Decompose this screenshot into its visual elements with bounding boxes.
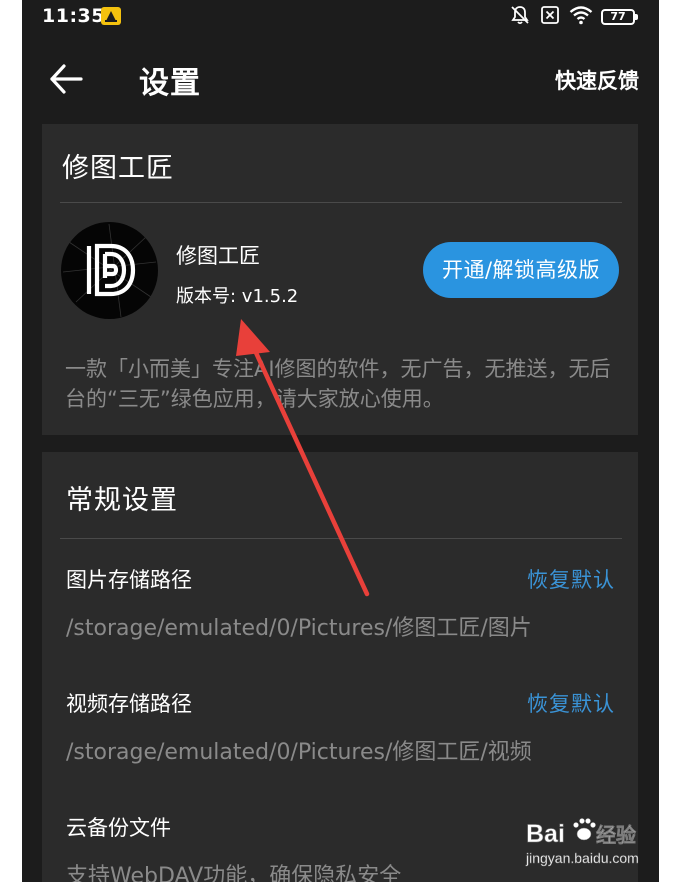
cloud-backup-description: 支持WebDAV功能，确保隐私安全 [66, 864, 402, 882]
watermark-brand-suffix: 经验 [596, 823, 636, 847]
baidu-watermark: Bai 经验 jingyan.baidu.com [525, 812, 655, 868]
wifi-icon [569, 5, 593, 29]
quick-feedback-button[interactable]: 快速反馈 [555, 65, 639, 95]
phone-screen: 11:35 77 设置 快速反馈 修图工匠 修图工匠 版本号: v1.5.2 开… [22, 0, 659, 882]
video-storage-path-value[interactable]: /storage/emulated/0/Pictures/修图工匠/视频 [66, 734, 532, 766]
watermark-brand: Bai [526, 820, 565, 848]
arrow-left-icon [50, 64, 83, 94]
battery-indicator: 77 [601, 9, 638, 25]
app-description: 一款「小而美」专注AI修图的软件，无广告，无推送，无后台的“三无”绿色应用，请大… [65, 357, 611, 411]
video-path-reset-button[interactable]: 恢复默认 [527, 688, 615, 718]
divider [60, 538, 622, 539]
app-version: 版本号: v1.5.2 [176, 286, 299, 307]
app-info-card: 修图工匠 修图工匠 版本号: v1.5.2 开通/解锁高级版 一款「小而美」专注… [42, 124, 638, 435]
notification-app-icon [101, 7, 121, 25]
app-card-title: 修图工匠 [62, 153, 174, 184]
divider [60, 202, 622, 203]
no-sim-icon [539, 4, 561, 30]
status-time: 11:35 [42, 5, 105, 27]
general-settings-title: 常规设置 [66, 485, 178, 516]
app-name: 修图工匠 [176, 244, 260, 268]
image-storage-path-label: 图片存储路径 [66, 568, 192, 592]
status-bar: 11:35 77 [22, 0, 659, 34]
image-storage-path-value[interactable]: /storage/emulated/0/Pictures/修图工匠/图片 [66, 610, 532, 642]
cloud-backup-label[interactable]: 云备份文件 [66, 812, 171, 842]
app-header: 设置 快速反馈 [22, 40, 659, 116]
paw-icon [573, 818, 596, 841]
video-storage-path-label: 视频存储路径 [66, 692, 192, 716]
back-button[interactable] [48, 62, 86, 96]
unlock-premium-button[interactable]: 开通/解锁高级版 [423, 242, 619, 298]
status-icons: 77 [509, 4, 638, 30]
image-path-reset-button[interactable]: 恢复默认 [527, 564, 615, 594]
page-title: 设置 [139, 66, 201, 101]
app-logo-icon [61, 222, 158, 319]
watermark-url: jingyan.baidu.com [525, 850, 639, 866]
mute-bell-icon [509, 4, 531, 30]
